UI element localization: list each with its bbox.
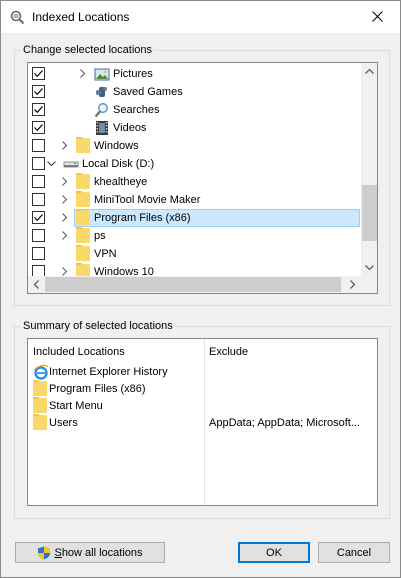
tree-item-saved-games[interactable]: Saved Games: [28, 83, 361, 101]
summary-location: Program Files (x86): [49, 383, 146, 395]
folder-icon: [76, 137, 90, 153]
saved-games-icon: [94, 84, 110, 100]
checkbox-khealtheye[interactable]: [32, 175, 45, 188]
show-all-mnemonic: S: [54, 546, 62, 559]
show-all-locations-button[interactable]: Show all locations: [15, 542, 165, 563]
expand-chevron-icon[interactable]: [60, 213, 69, 222]
scroll-down-arrow-icon[interactable]: [365, 263, 374, 272]
expand-chevron-icon[interactable]: [60, 141, 69, 150]
tree-item-label: khealtheye: [94, 176, 148, 188]
close-icon: [371, 11, 383, 22]
checkbox-local-disk-d[interactable]: [32, 157, 45, 170]
folder-icon: [76, 191, 90, 207]
scroll-left-arrow-icon[interactable]: [32, 280, 41, 289]
checkmark-icon: [34, 124, 43, 132]
checkbox-saved-games[interactable]: [32, 85, 45, 98]
tree-item-label: Program Files (x86): [94, 212, 191, 224]
folder-icon: [76, 209, 90, 225]
checkbox-ps[interactable]: [32, 229, 45, 242]
tree-item-label: Windows: [94, 140, 139, 152]
expand-chevron-icon[interactable]: [60, 267, 69, 276]
tree-item-label: Local Disk (D:): [82, 158, 155, 170]
checkbox-program-files-x86[interactable]: [32, 211, 45, 224]
summary-location: Users: [49, 417, 78, 429]
checkbox-videos[interactable]: [32, 121, 45, 134]
tree-item-label: Searches: [113, 104, 160, 116]
tree-item-windows[interactable]: Windows: [28, 137, 361, 155]
summary-location: Start Menu: [49, 400, 103, 412]
horizontal-scrollbar[interactable]: [28, 276, 361, 293]
folder-icon: [33, 414, 47, 430]
folder-icon: [76, 245, 90, 261]
tree-item-khealtheye[interactable]: khealtheye: [28, 173, 361, 191]
tree-item-program-files-x86[interactable]: Program Files (x86): [28, 209, 361, 227]
summary-row[interactable]: Start Menu: [28, 397, 377, 415]
expand-chevron-icon[interactable]: [60, 231, 69, 240]
checkbox-pictures[interactable]: [32, 67, 45, 80]
indexed-locations-dialog: Indexed Locations Change selected locati…: [0, 0, 401, 578]
tree-item-label: MiniTool Movie Maker: [94, 194, 201, 206]
summary-location: Internet Explorer History: [49, 366, 168, 378]
tree-item-label: VPN: [94, 248, 117, 260]
collapse-chevron-icon[interactable]: [47, 159, 56, 168]
tree-item-searches[interactable]: Searches: [28, 101, 361, 119]
checkmark-icon: [34, 70, 43, 78]
folder-icon: [33, 380, 47, 396]
uac-shield-icon: [38, 546, 51, 559]
expand-chevron-icon[interactable]: [60, 177, 69, 186]
summary-label: Summary of selected locations: [21, 320, 175, 333]
folder-icon: [33, 397, 47, 413]
change-locations-label: Change selected locations: [21, 44, 155, 57]
searches-icon: [94, 102, 110, 118]
close-button[interactable]: [354, 1, 400, 32]
checkbox-windows[interactable]: [32, 139, 45, 152]
ie-icon: [33, 364, 49, 380]
expand-chevron-icon[interactable]: [60, 195, 69, 204]
folder-icon: [76, 227, 90, 243]
summary-row[interactable]: Internet Explorer History: [28, 364, 377, 381]
tree-item-minitool-movie-maker[interactable]: MiniTool Movie Maker: [28, 191, 361, 209]
tree-item-ps[interactable]: ps: [28, 227, 361, 245]
checkbox-vpn[interactable]: [32, 247, 45, 260]
tree-item-label: Videos: [113, 122, 147, 134]
scrollbar-corner: [361, 276, 377, 293]
locations-tree[interactable]: Pictures Saved Games Searches Videos Win…: [27, 62, 378, 294]
horizontal-scroll-thumb[interactable]: [45, 277, 341, 292]
show-all-label: how all locations: [61, 546, 143, 559]
summary-row[interactable]: Program Files (x86): [28, 380, 377, 398]
column-header-exclude: Exclude: [209, 346, 249, 358]
checkmark-icon: [34, 214, 43, 222]
videos-icon: [94, 120, 110, 136]
checkmark-icon: [34, 106, 43, 114]
tree-item-label: Saved Games: [113, 86, 183, 98]
ok-button[interactable]: OK: [238, 542, 310, 563]
indexing-options-icon: [10, 9, 26, 25]
cancel-button[interactable]: Cancel: [318, 542, 390, 563]
checkbox-minitool-movie-maker[interactable]: [32, 193, 45, 206]
summary-exclude: AppData; AppData; Microsoft...: [209, 417, 361, 429]
window-title: Indexed Locations: [32, 10, 130, 24]
summary-row[interactable]: Users AppData; AppData; Microsoft...: [28, 414, 377, 432]
summary-list[interactable]: Included Locations Exclude Internet Expl…: [27, 338, 378, 506]
checkbox-searches[interactable]: [32, 103, 45, 116]
vertical-scrollbar[interactable]: [361, 63, 377, 276]
tree-item-vpn[interactable]: VPN: [28, 245, 361, 263]
scroll-up-arrow-icon[interactable]: [365, 67, 374, 76]
column-header-included: Included Locations: [33, 346, 125, 358]
folder-icon: [76, 173, 90, 189]
scroll-right-arrow-icon[interactable]: [348, 280, 357, 289]
drive-icon: [63, 156, 79, 172]
tree-item-label: Pictures: [113, 68, 153, 80]
pictures-icon: [94, 66, 110, 82]
tree-item-pictures[interactable]: Pictures: [28, 65, 361, 83]
title-bar: Indexed Locations: [1, 1, 400, 33]
vertical-scroll-thumb[interactable]: [362, 185, 377, 241]
tree-item-videos[interactable]: Videos: [28, 119, 361, 137]
tree-item-local-disk-d[interactable]: Local Disk (D:): [28, 155, 361, 173]
expand-chevron-icon[interactable]: [78, 69, 87, 78]
tree-item-label: ps: [94, 230, 106, 242]
checkmark-icon: [34, 88, 43, 96]
